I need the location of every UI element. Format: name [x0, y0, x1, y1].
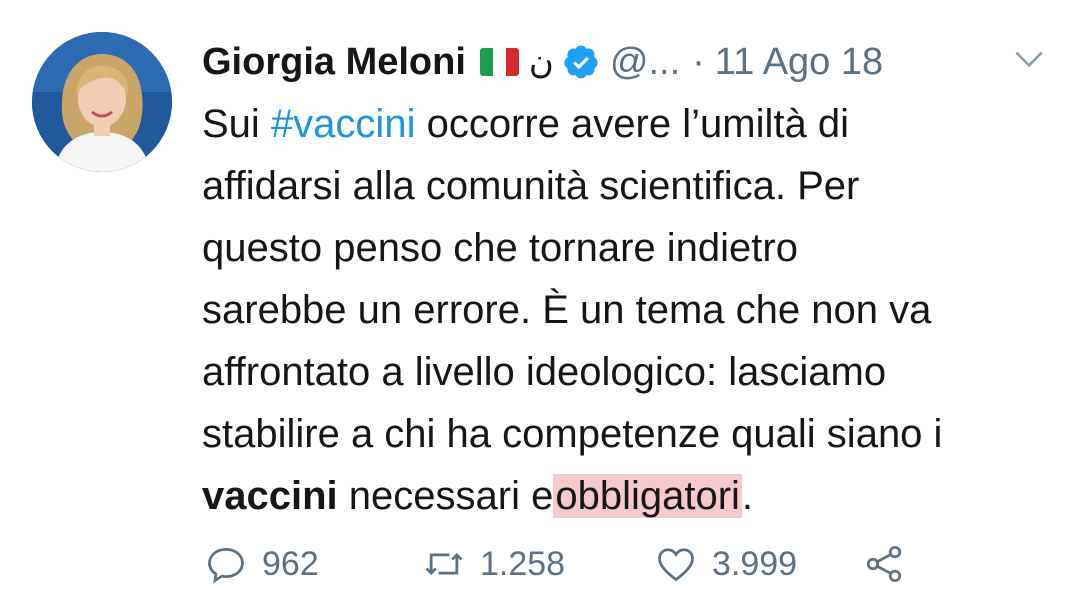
- verified-badge-icon: [564, 45, 598, 79]
- reply-button[interactable]: 962: [204, 536, 319, 592]
- tweet-text: Sui #vaccini occorre avere l’umiltà di a…: [202, 93, 1062, 527]
- tweet-header: Giorgia Meloni ن @... · 11 Ago 18: [202, 34, 883, 90]
- avatar[interactable]: [32, 32, 172, 172]
- tweet-line: Sui #vaccini occorre avere l’umiltà di: [202, 102, 849, 146]
- tweet-line: vaccini necessari eobbligatori.: [202, 474, 754, 518]
- like-count: 3.999: [712, 544, 798, 583]
- retweet-button[interactable]: 1.258: [422, 536, 565, 592]
- author-name[interactable]: Giorgia Meloni: [202, 41, 466, 84]
- retweet-icon: [425, 552, 463, 576]
- header-separator: ·: [692, 40, 705, 83]
- chevron-down-icon[interactable]: [1010, 40, 1048, 78]
- highlighted-word: obbligatori: [553, 474, 742, 518]
- tweet-line: affrontato a livello ideologico: lasciam…: [202, 350, 887, 394]
- like-button[interactable]: 3.999: [654, 536, 797, 592]
- retweet-count: 1.258: [480, 544, 566, 583]
- share-icon: [866, 545, 902, 583]
- bold-word: vaccini: [202, 474, 338, 518]
- heart-icon: [658, 548, 694, 582]
- share-button[interactable]: [862, 536, 906, 592]
- author-handle[interactable]: @...: [610, 41, 680, 84]
- nun-glyph: ن: [528, 42, 554, 82]
- tweet-line: sarebbe un errore. È un tema che non va: [202, 288, 932, 332]
- italy-flag-icon: [479, 48, 519, 76]
- tweet-line: questo penso che tornare indietro: [202, 226, 798, 270]
- tweet-line: affidarsi alla comunità scientifica. Per: [202, 164, 860, 208]
- hashtag-link[interactable]: #vaccini: [271, 102, 416, 146]
- tweet-actions: 962 1.258 3.999: [202, 536, 1062, 592]
- reply-icon: [208, 547, 244, 584]
- tweet-line: stabilire a chi ha competenze quali sian…: [202, 412, 943, 456]
- reply-count: 962: [262, 544, 319, 583]
- tweet-date[interactable]: 11 Ago 18: [715, 41, 883, 84]
- tweet-card: Giorgia Meloni ن @... · 11 Ago 18 Sui #v…: [0, 0, 1078, 610]
